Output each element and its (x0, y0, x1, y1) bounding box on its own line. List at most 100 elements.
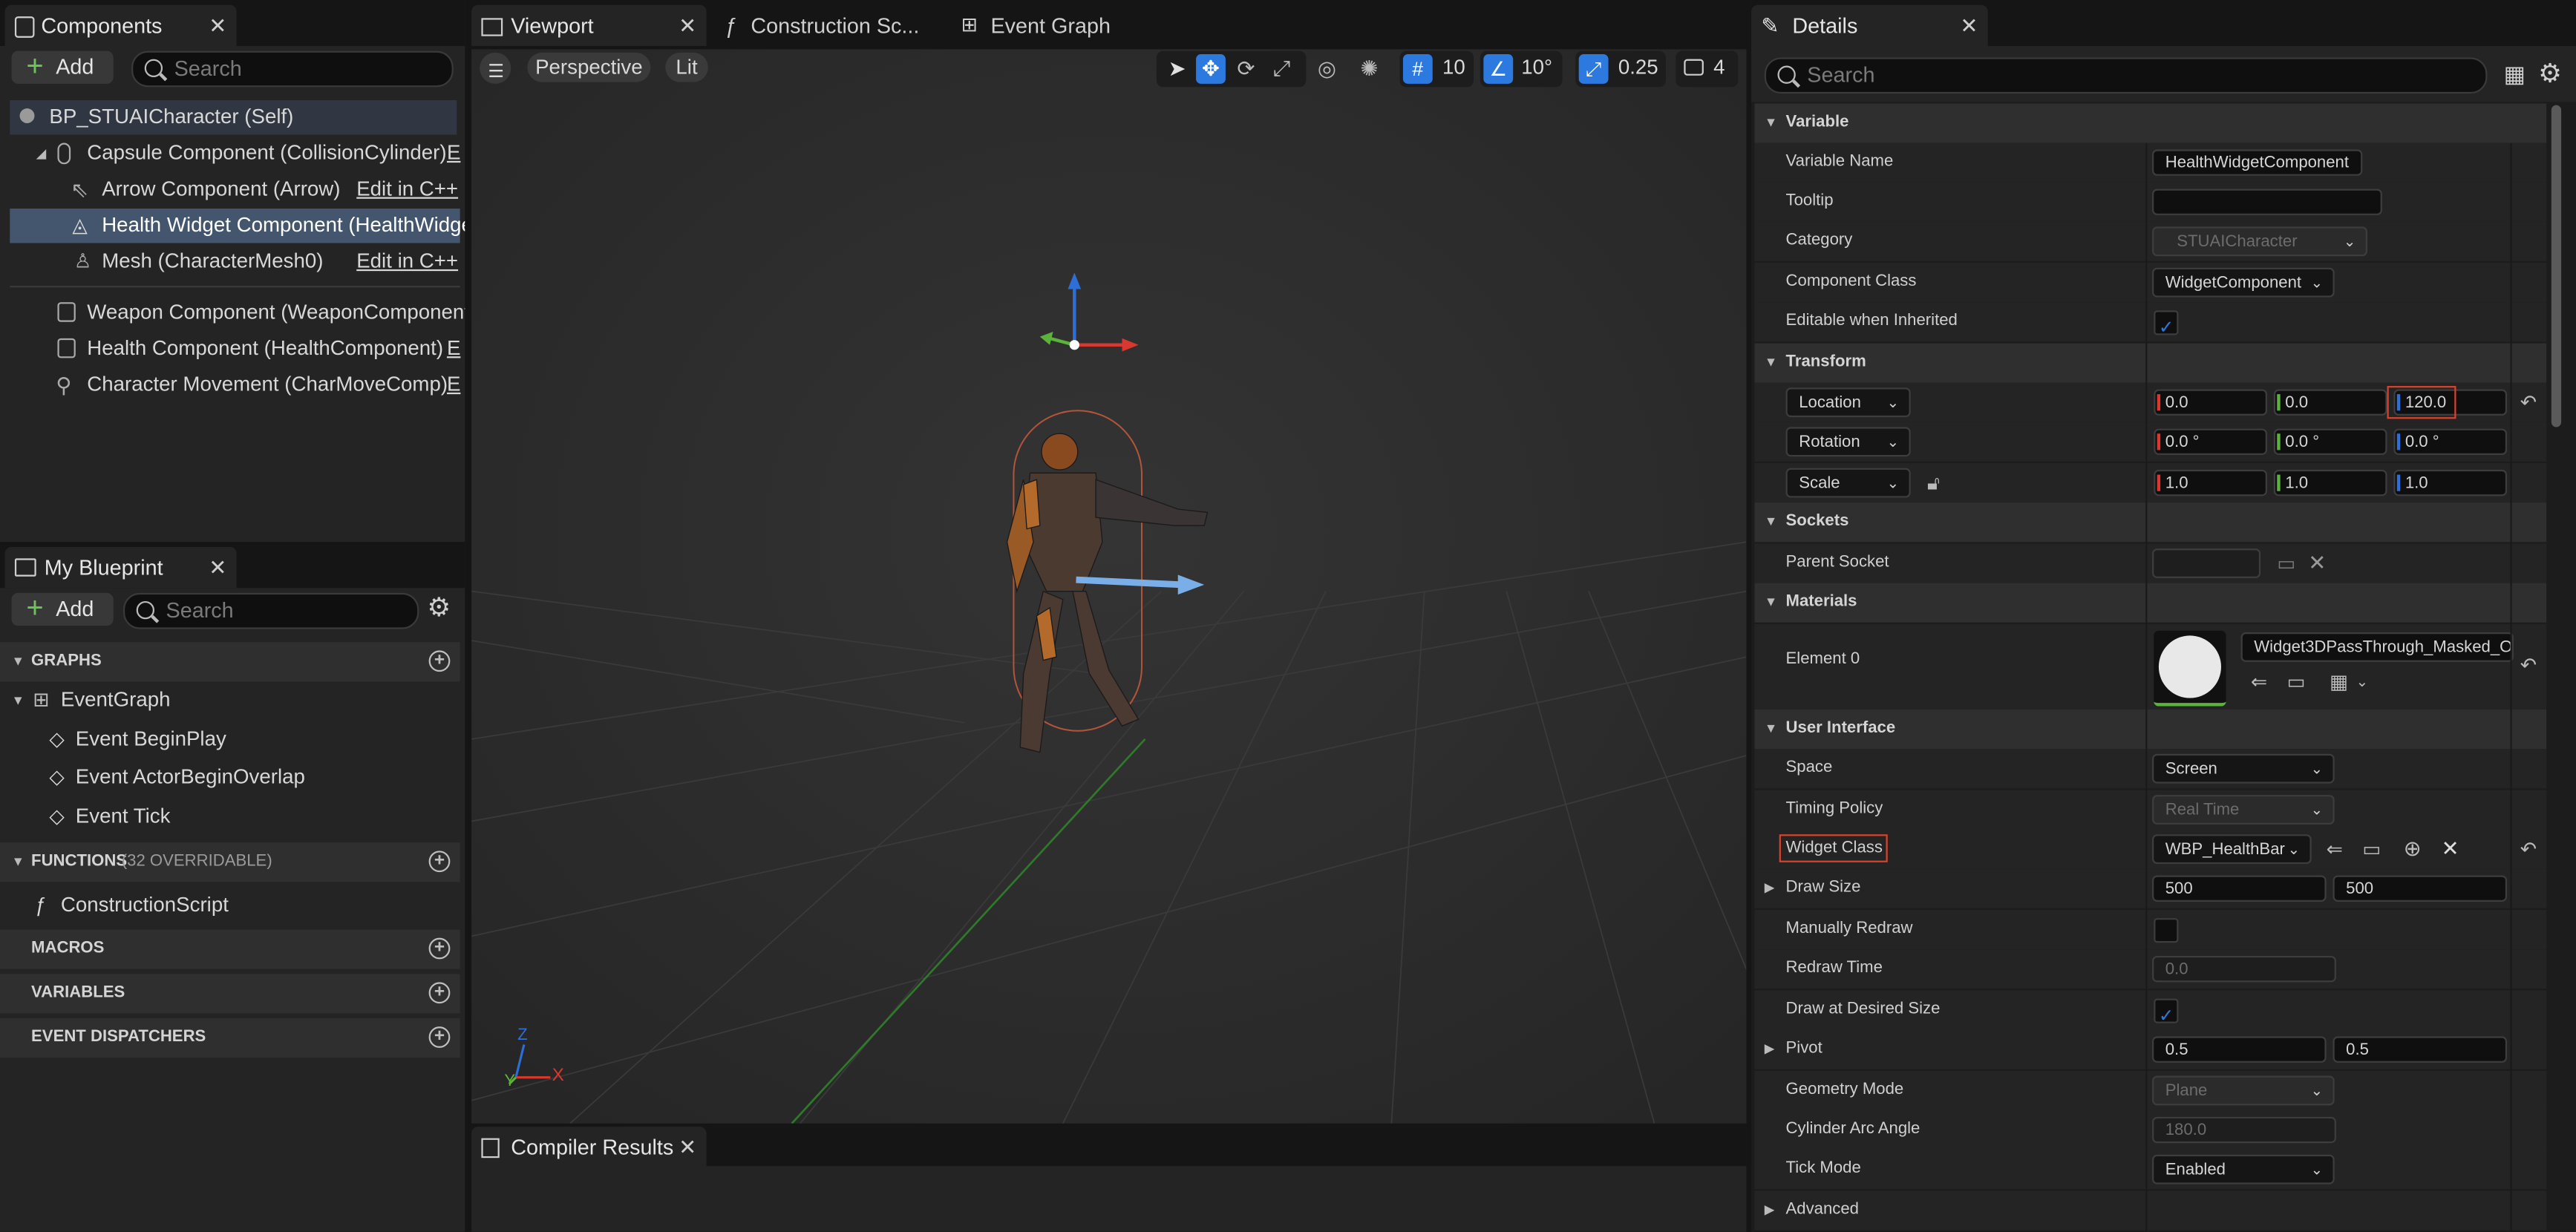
rotation-z-field[interactable]: 0.0 ° (2393, 428, 2508, 456)
user-interface-section-header[interactable]: ▼ User Interface (1754, 710, 2547, 750)
add-macro-icon[interactable]: + (428, 937, 451, 960)
edit-in-cpp-link[interactable]: E (447, 368, 460, 402)
advanced-row[interactable]: ▶ Advanced (1754, 1190, 2547, 1231)
cylinder-arc-field[interactable]: 180.0 (2152, 1116, 2336, 1144)
rotation-x-field[interactable]: 0.0 ° (2154, 428, 2267, 456)
world-local-icon[interactable]: ◎ (1318, 56, 1336, 80)
event-item[interactable]: ◇ Event BeginPlay (0, 723, 460, 757)
add-variable-icon[interactable]: + (428, 982, 451, 1004)
tree-item-health[interactable]: Health Component (HealthComponent) E (10, 332, 460, 366)
browse-socket-icon[interactable]: ▭ (2277, 544, 2295, 583)
transform-section-header[interactable]: ▼ Transform (1754, 343, 2547, 383)
lit-button[interactable]: Lit (665, 52, 708, 82)
blueprint-search-input[interactable]: Search (122, 592, 419, 629)
details-scrollbar[interactable] (2551, 105, 2562, 427)
tab-compiler-results[interactable]: Compiler Results ✕ (471, 1127, 707, 1168)
details-search-input[interactable]: Search (1764, 57, 2488, 94)
event-item[interactable]: ◇ Event ActorBeginOverlap (0, 761, 460, 795)
browse-icon[interactable]: ▭ (2362, 830, 2381, 869)
reset-arrow-icon[interactable]: ↶ (2520, 830, 2537, 869)
tree-item-health-widget[interactable]: ◬ Health Widget Component (HealthWidge (10, 209, 465, 243)
tree-item-mesh[interactable]: ♙ Mesh (CharacterMesh0) Edit in C++ (10, 245, 458, 279)
gear-icon[interactable]: ⚙ (2538, 57, 2562, 90)
edit-in-cpp-link[interactable]: E (447, 332, 460, 366)
functions-section-header[interactable]: ▼ FUNCTIONS (32 OVERRIDABLE) + (0, 842, 460, 882)
scale-y-field[interactable]: 1.0 (2273, 469, 2387, 497)
manually-redraw-checkbox[interactable] (2154, 918, 2179, 943)
geometry-mode-dropdown[interactable]: Plane ⌄ (2152, 1075, 2335, 1106)
move-tool-button[interactable]: ✥ (1196, 54, 1226, 84)
add-graph-icon[interactable]: + (428, 650, 451, 672)
select-cursor-icon[interactable]: ➤ (1168, 56, 1186, 80)
sockets-section-header[interactable]: ▼ Sockets (1754, 502, 2547, 543)
add-component-button[interactable]: + Add (11, 49, 114, 84)
add-blueprint-item-button[interactable]: + Add (11, 592, 114, 626)
materials-section-header[interactable]: ▼ Materials (1754, 583, 2547, 623)
draw-size-x-field[interactable]: 500 (2152, 875, 2327, 902)
variables-section-header[interactable]: VARIABLES + (0, 974, 460, 1014)
tree-item-self[interactable]: BP_STUAICharacter (Self) (10, 99, 457, 135)
tab-event-graph[interactable]: ⊞ Event Graph (956, 5, 1154, 46)
space-dropdown[interactable]: Screen ⌄ (2152, 753, 2335, 784)
tree-item-capsule[interactable]: ◢ Capsule Component (CollisionCylinder) … (10, 137, 460, 171)
event-item[interactable]: ◇ Event Tick (0, 800, 460, 834)
draw-size-y-field[interactable]: 500 (2333, 875, 2508, 902)
tab-my-blueprint[interactable]: My Blueprint ✕ (4, 546, 237, 589)
tree-item-movement[interactable]: ⚲ Character Movement (CharMoveComp) E (10, 368, 460, 402)
rotation-mode-dropdown[interactable]: Rotation ⌄ (1785, 427, 1911, 457)
reset-arrow-icon[interactable]: ↶ (2520, 383, 2537, 422)
location-x-field[interactable]: 0.0 (2154, 389, 2267, 416)
checker-icon[interactable]: ▦ (2330, 670, 2348, 693)
table-view-icon[interactable]: ▦ (2504, 61, 2526, 89)
editable-inherited-checkbox[interactable] (2154, 309, 2179, 348)
close-icon[interactable]: ✕ (679, 1127, 696, 1167)
tooltip-field[interactable] (2152, 189, 2382, 215)
viewport-3d[interactable]: Z X Y ☰ Perspective Lit ➤ ✥ ⟳ ⤢ ◎ ✺ # 10… (471, 49, 1747, 1124)
expand-arrow-icon[interactable]: ▶ (1765, 1030, 1775, 1069)
rotate-icon[interactable]: ⟳ (1237, 56, 1255, 80)
tab-details[interactable]: ✎ Details ✕ (1751, 4, 1988, 46)
close-icon[interactable]: ✕ (209, 547, 226, 588)
pivot-x-field[interactable]: 0.5 (2152, 1036, 2327, 1063)
edit-in-cpp-link[interactable]: Edit in C++ (356, 245, 458, 279)
redraw-time-field[interactable]: 0.0 (2152, 955, 2336, 983)
close-icon[interactable]: ✕ (209, 5, 226, 46)
variable-section-header[interactable]: ▼ Variable (1754, 103, 2547, 143)
edit-in-cpp-link[interactable]: Edit in C++ (356, 172, 458, 206)
parent-socket-field[interactable] (2152, 548, 2261, 578)
tab-construction-script[interactable]: ƒ Construction Sc... (715, 5, 945, 46)
pivot-y-field[interactable]: 0.5 (2333, 1036, 2508, 1063)
tree-item-weapon[interactable]: Weapon Component (WeaponComponent) (10, 295, 465, 330)
components-search-input[interactable]: Search (131, 50, 454, 88)
scale-icon[interactable]: ⤢ (1273, 56, 1290, 80)
gear-icon[interactable]: ⚙ (427, 592, 451, 624)
scale-x-field[interactable]: 1.0 (2154, 469, 2267, 497)
material-thumbnail[interactable] (2154, 630, 2226, 707)
surface-snap-icon[interactable]: ✺ (1360, 56, 1378, 80)
event-graph-item[interactable]: ▼ ⊞ EventGraph (0, 684, 460, 718)
add-circle-icon[interactable]: ⊕ (2404, 830, 2422, 869)
clear-icon[interactable]: ✕ (2442, 830, 2459, 869)
expand-arrow-icon[interactable]: ▶ (1765, 869, 1775, 908)
timing-policy-dropdown[interactable]: Real Time ⌄ (2152, 795, 2335, 825)
dispatchers-section-header[interactable]: EVENT DISPATCHERS + (0, 1018, 460, 1058)
browse-icon[interactable]: ▭ (2287, 670, 2306, 693)
material-field[interactable]: Widget3DPassThrough_Masked_One (2240, 632, 2514, 662)
location-mode-dropdown[interactable]: Location ⌄ (1785, 387, 1911, 418)
expand-arrow-icon[interactable]: ▶ (1765, 1190, 1775, 1230)
component-class-dropdown[interactable]: WidgetComponent ⌄ (2152, 267, 2335, 298)
use-selected-icon[interactable]: ⇐ (2327, 830, 2343, 869)
scale-mode-dropdown[interactable]: Scale ⌄ (1785, 468, 1911, 498)
rotation-y-field[interactable]: 0.0 ° (2273, 428, 2387, 456)
add-dispatcher-icon[interactable]: + (428, 1026, 451, 1048)
tick-mode-dropdown[interactable]: Enabled ⌄ (2152, 1154, 2335, 1185)
graphs-section-header[interactable]: ▼ GRAPHS + (0, 642, 460, 682)
location-y-field[interactable]: 0.0 (2273, 389, 2387, 416)
close-icon[interactable]: ✕ (679, 5, 696, 46)
tab-viewport[interactable]: Viewport ✕ (471, 4, 707, 46)
macros-section-header[interactable]: MACROS + (0, 929, 460, 969)
scale-z-field[interactable]: 1.0 (2393, 469, 2508, 497)
category-dropdown[interactable]: STUAICharacter ⌄ (2152, 226, 2367, 257)
variable-name-field[interactable]: HealthWidgetComponent (2152, 149, 2363, 176)
clear-icon[interactable]: ✕ (2308, 544, 2326, 583)
